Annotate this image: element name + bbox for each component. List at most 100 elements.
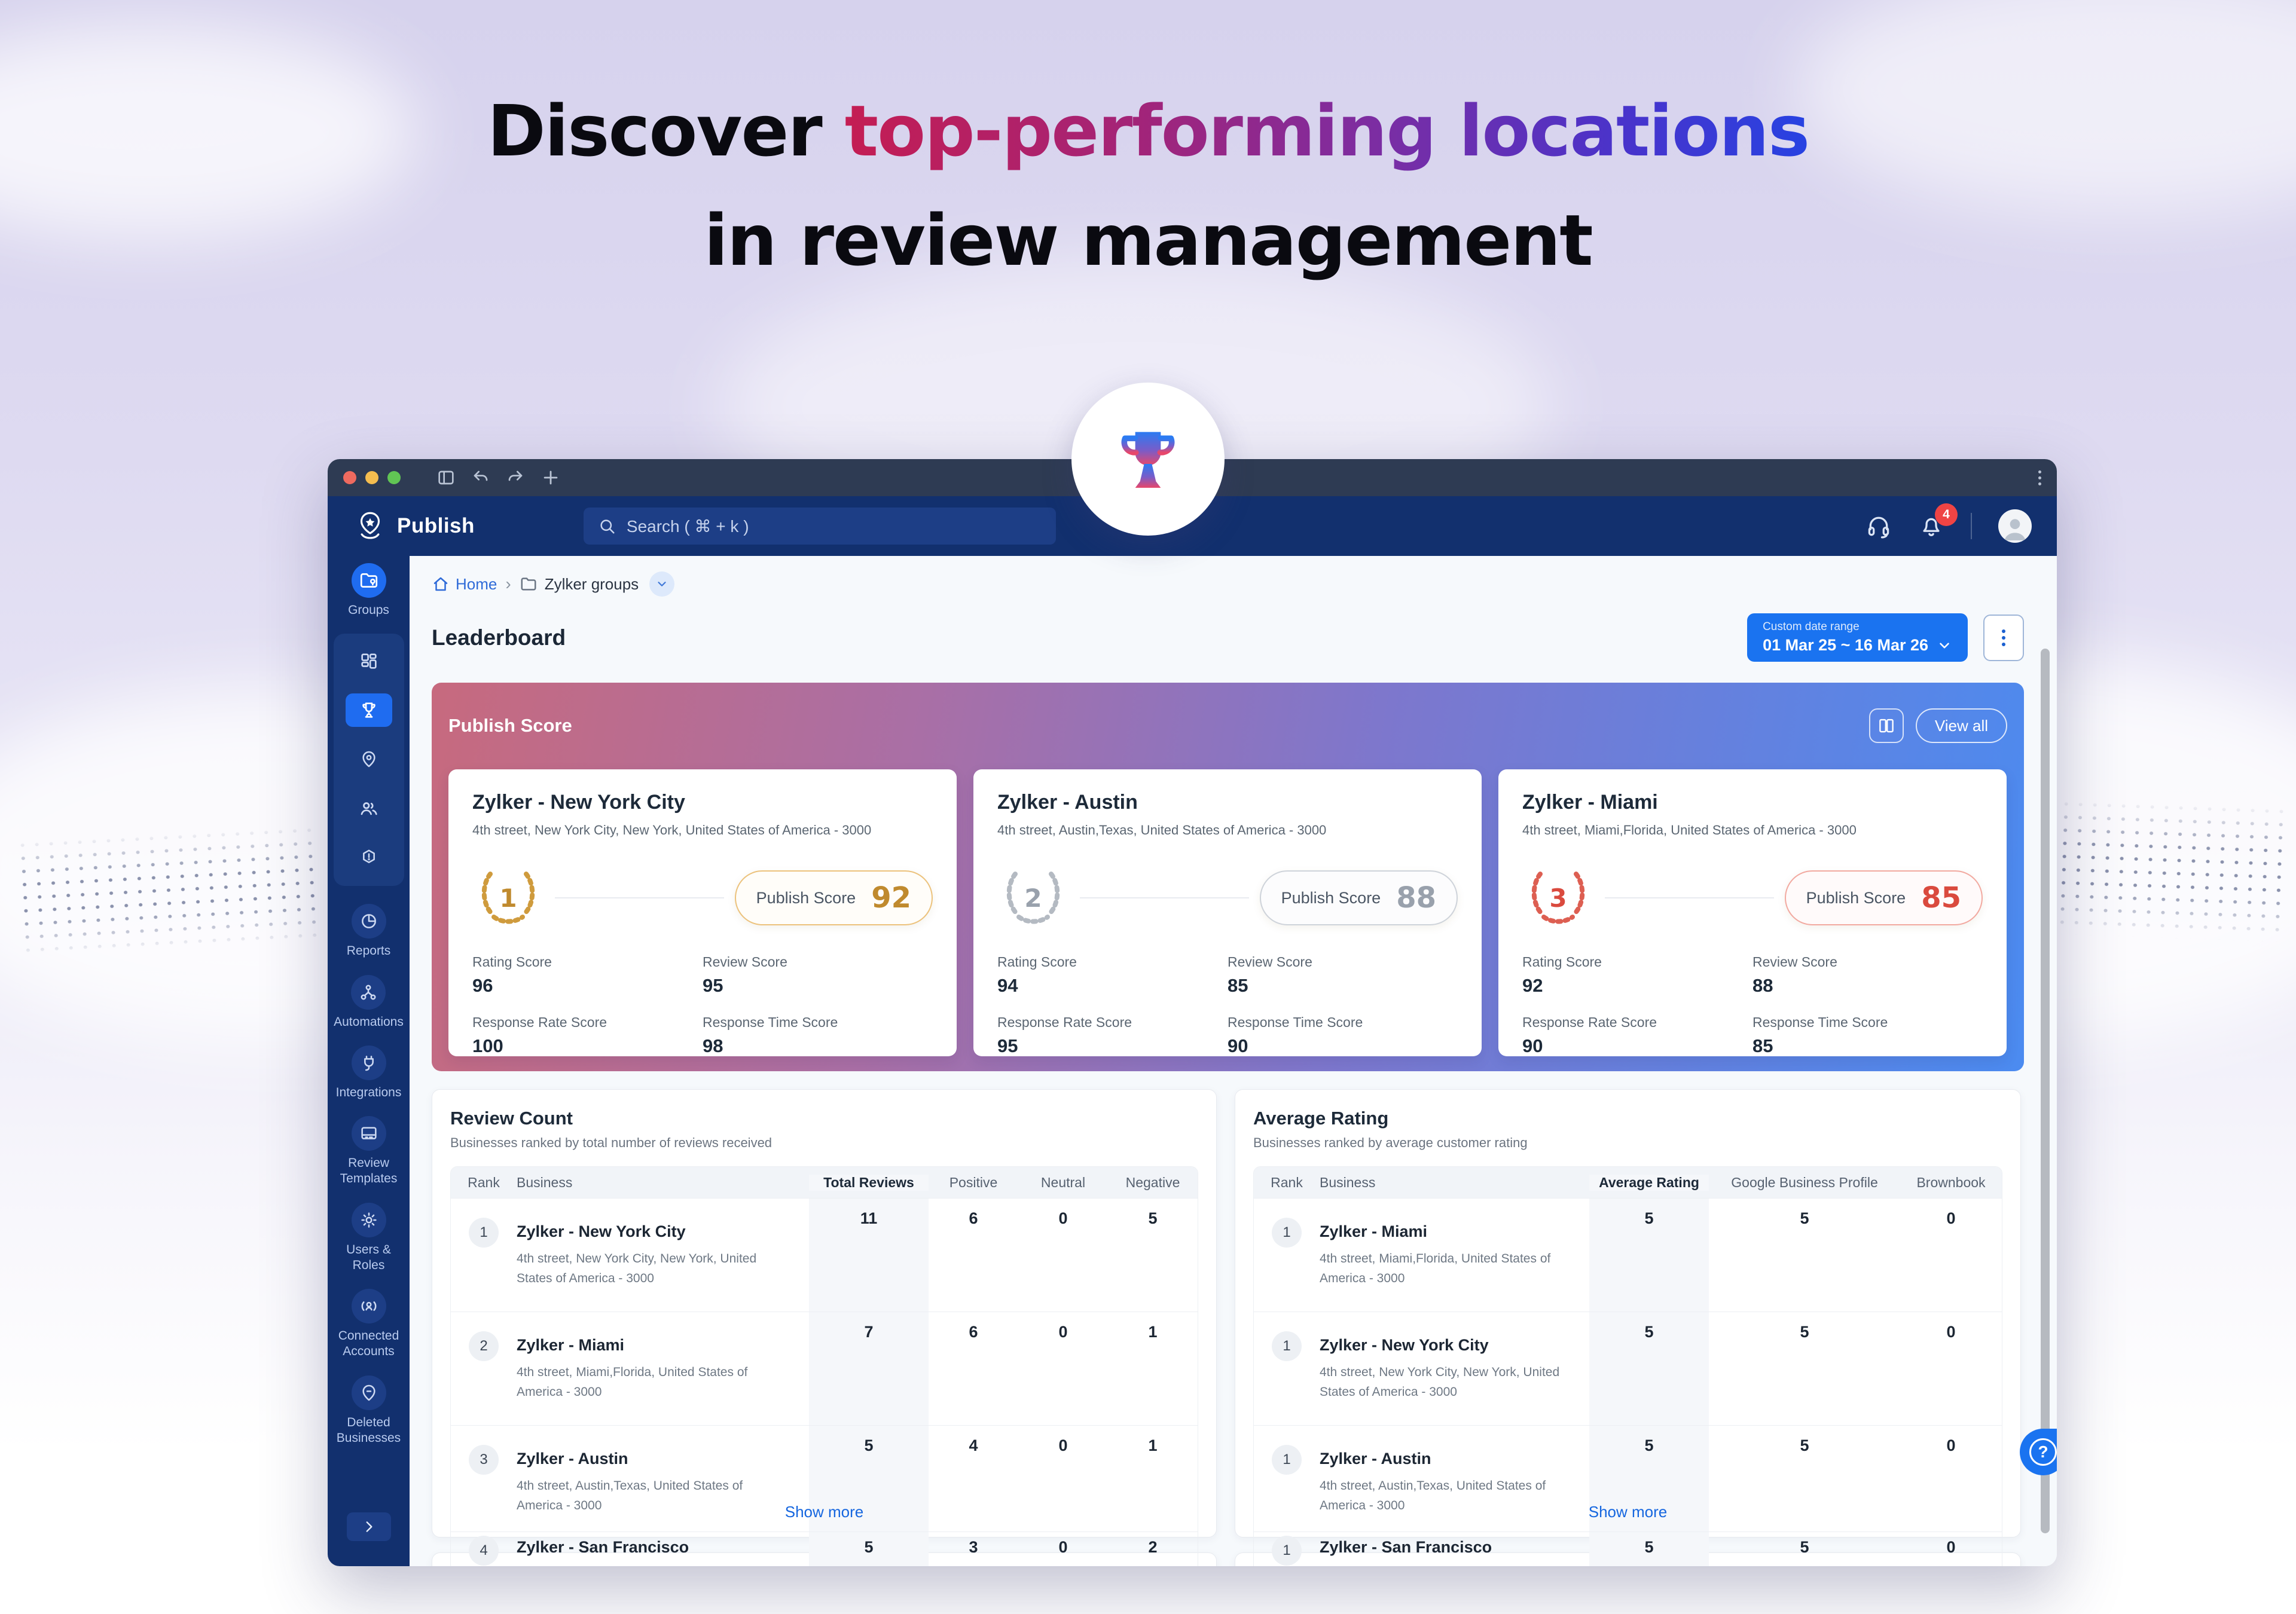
column-business[interactable]: Business (517, 1175, 809, 1191)
sidebar-item-groups[interactable]: Groups (348, 563, 389, 618)
business-name: Zylker - Austin (517, 1450, 797, 1468)
connected-accounts-icon (352, 1289, 386, 1323)
business-name: Zylker - New York City (472, 791, 933, 814)
page-title: Leaderboard (432, 625, 566, 650)
kebab-icon (2002, 629, 2005, 646)
alerts-badge-icon[interactable] (346, 840, 392, 874)
business-address: 4th street, New York City, New York, Uni… (517, 1249, 786, 1288)
column-average-rating[interactable]: Average Rating (1589, 1175, 1709, 1191)
date-range-button[interactable]: Custom date range 01 Mar 25 ~ 16 Mar 26 (1747, 613, 1968, 662)
page-options-button[interactable] (1983, 615, 2024, 661)
table-row[interactable]: 1 Zylker - San Francisco 5 5 0 (1254, 1532, 2002, 1566)
date-range-label: Custom date range (1763, 620, 1952, 634)
business-address: 4th street, New York City, New York, Uni… (472, 823, 933, 838)
search-placeholder: Search ( ⌘ + k ) (627, 516, 749, 536)
page-background: Discover top-performing locations in rev… (0, 0, 2296, 1614)
column-rank[interactable]: Rank (451, 1175, 517, 1191)
stat-response-time-score: Response Time Score85 (1752, 1014, 1983, 1057)
zoom-window-button[interactable] (387, 471, 401, 484)
business-name: Zylker - San Francisco (1320, 1538, 1577, 1557)
notifications-bell-icon[interactable]: 4 (1918, 513, 1944, 539)
automations-flow-icon (351, 975, 386, 1010)
sidebar-expand-button[interactable] (347, 1512, 391, 1541)
score-card-miami[interactable]: Zylker - Miami 4th street, Miami,Florida… (1498, 769, 2007, 1056)
column-total-reviews[interactable]: Total Reviews (809, 1175, 929, 1191)
sidebar-item-review-templates[interactable]: Review Templates (331, 1116, 407, 1187)
new-tab-icon[interactable] (541, 467, 561, 488)
pill-score: 88 (1396, 881, 1436, 915)
column-neutral[interactable]: Neutral (1018, 1175, 1108, 1191)
compare-columns-button[interactable] (1869, 708, 1904, 743)
publish-score-section: Publish Score View all Zylker - New York… (432, 683, 2024, 1071)
minimize-window-button[interactable] (365, 471, 378, 484)
score-card-austin[interactable]: Zylker - Austin 4th street, Austin,Texas… (973, 769, 1482, 1056)
column-positive[interactable]: Positive (929, 1175, 1018, 1191)
close-window-button[interactable] (343, 471, 356, 484)
sidebar-item-users-roles[interactable]: Users & Roles (331, 1203, 407, 1274)
sidebar: Groups (328, 556, 410, 1566)
review-templates-icon (352, 1116, 386, 1151)
user-avatar[interactable] (1998, 509, 2032, 543)
sidebar-label-groups: Groups (348, 603, 389, 618)
publish-score-pill: Publish Score 92 (735, 870, 933, 925)
breadcrumb-home-link[interactable]: Home (432, 575, 497, 594)
browser-menu-icon[interactable] (2038, 470, 2041, 485)
table-row[interactable]: 4 Zylker - San Francisco 5 3 0 2 (451, 1532, 1198, 1566)
column-rank[interactable]: Rank (1254, 1175, 1320, 1191)
hero-title-prefix: Discover (487, 90, 845, 172)
stat-rating-score: Rating Score96 (472, 954, 703, 996)
rank-laurel-badge: 1 (472, 862, 544, 934)
column-brownbook[interactable]: Brownbook (1900, 1175, 2002, 1191)
sidebar-item-reports[interactable]: Reports (347, 904, 391, 959)
search-icon (598, 517, 616, 535)
review-count-show-more[interactable]: Show more (432, 1503, 1216, 1521)
table-row[interactable]: 1 Zylker - New York City4th street, New … (451, 1198, 1198, 1312)
columns-icon (1877, 717, 1895, 735)
chevron-down-icon (1937, 638, 1952, 653)
breadcrumb-current[interactable]: Zylker groups (520, 575, 639, 594)
sidebar-item-automations[interactable]: Automations (334, 975, 404, 1030)
overview-grid-icon[interactable] (346, 644, 392, 678)
average-rating-show-more[interactable]: Show more (1235, 1503, 2020, 1521)
hero-title: Discover top-performing locations in rev… (0, 77, 2296, 295)
folder-icon (520, 575, 538, 593)
stat-review-score: Review Score85 (1228, 954, 1458, 996)
sidebar-item-connected-accounts[interactable]: Connected Accounts (331, 1289, 407, 1360)
sidebar-item-integrations[interactable]: Integrations (336, 1046, 402, 1101)
breadcrumb-dropdown-icon[interactable] (649, 571, 674, 597)
breadcrumb: Home › Zylker groups (432, 571, 2057, 597)
locations-pin-icon[interactable] (346, 742, 392, 776)
dots-decoration (2054, 797, 2286, 942)
search-input[interactable]: Search ( ⌘ + k ) (584, 508, 1056, 545)
column-business[interactable]: Business (1320, 1175, 1589, 1191)
team-people-icon[interactable] (346, 791, 392, 825)
leaderboard-trophy-icon[interactable] (346, 693, 392, 727)
table-row[interactable]: 1 Zylker - New York City4th street, New … (1254, 1312, 2002, 1425)
rank-chip: 1 (1272, 1536, 1302, 1566)
breadcrumb-home-label: Home (456, 575, 497, 594)
business-address: 4th street, Miami,Florida, United States… (1522, 823, 1983, 838)
column-negative[interactable]: Negative (1108, 1175, 1198, 1191)
app-logo[interactable]: Publish (353, 509, 475, 543)
table-row[interactable]: 2 Zylker - Miami4th street, Miami,Florid… (451, 1312, 1198, 1425)
forward-icon[interactable] (506, 468, 525, 487)
column-google-business-profile[interactable]: Google Business Profile (1709, 1175, 1900, 1191)
sidebar-toggle-icon[interactable] (436, 468, 456, 487)
publish-score-pill: Publish Score 85 (1785, 870, 1983, 925)
business-name: Zylker - Miami (1522, 791, 1983, 814)
business-name: Zylker - San Francisco (517, 1538, 797, 1557)
groups-folder-pin-icon (352, 563, 386, 598)
rank-chip: 1 (1272, 1218, 1302, 1248)
back-icon[interactable] (471, 468, 490, 487)
view-all-button[interactable]: View all (1916, 708, 2007, 743)
rank-chip: 4 (469, 1536, 499, 1566)
pill-label: Publish Score (756, 889, 856, 907)
support-headset-icon[interactable] (1866, 513, 1892, 539)
table-row[interactable]: 1 Zylker - Miami4th street, Miami,Florid… (1254, 1198, 2002, 1312)
vertical-scrollbar[interactable] (2041, 649, 2050, 1533)
sidebar-item-deleted-businesses[interactable]: Deleted Businesses (331, 1375, 407, 1447)
score-card-new-york[interactable]: Zylker - New York City 4th street, New Y… (448, 769, 957, 1056)
business-name: Zylker - Miami (517, 1336, 797, 1355)
pill-label: Publish Score (1281, 889, 1381, 907)
publish-logo-icon (353, 509, 387, 543)
